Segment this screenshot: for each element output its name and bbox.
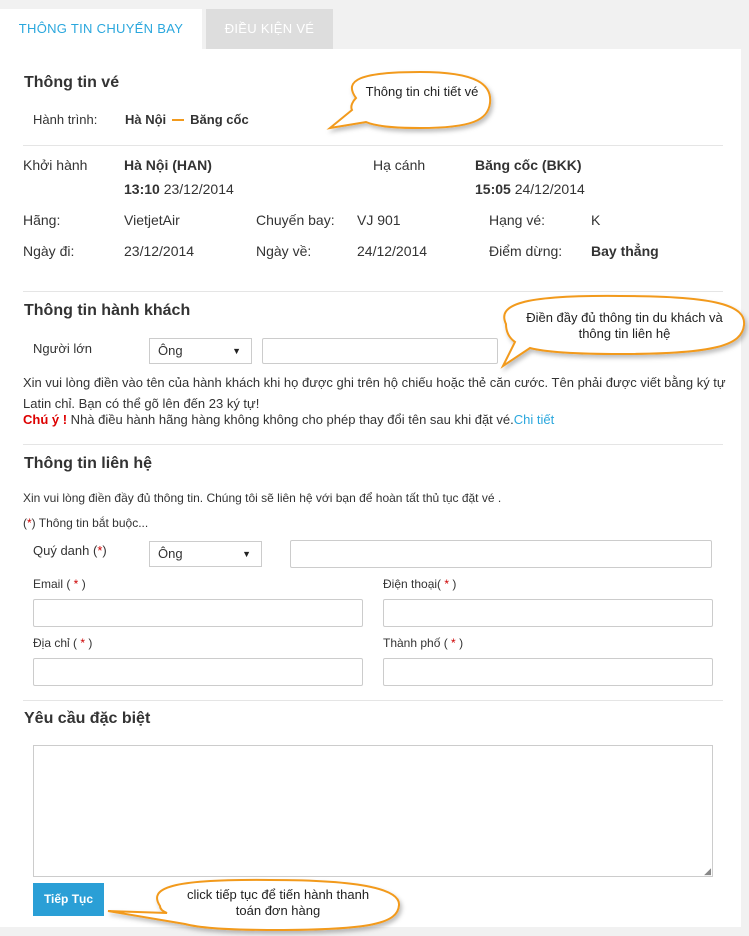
city-input[interactable] <box>383 658 713 686</box>
required-note: (*) Thông tin bắt buộc... <box>23 516 148 530</box>
route-label: Hành trình: <box>33 112 98 127</box>
go-date-value: 23/12/2014 <box>124 243 195 259</box>
class-label: Hạng vé: <box>489 212 546 228</box>
divider <box>23 291 723 292</box>
phone-label-text: Điện thoại( <box>383 577 442 591</box>
salutation-label-text: Quý danh ( <box>33 543 98 558</box>
address-label-text: Địa chỉ ( <box>33 636 78 650</box>
return-date-label: Ngày về: <box>256 243 312 259</box>
address-label-close: ) <box>88 636 93 650</box>
contact-name-input[interactable] <box>290 540 712 568</box>
salutation-label-close: ) <box>102 543 107 558</box>
phone-label: Điện thoại( * ) <box>383 577 456 591</box>
plane-icon <box>172 118 185 121</box>
email-label-text: Email ( <box>33 577 71 591</box>
return-date-value: 24/12/2014 <box>357 243 428 259</box>
passenger-note: Xin vui lòng điền vào tên của hành khách… <box>23 375 726 411</box>
special-request-heading: Yêu cầu đặc biệt <box>24 710 151 727</box>
arrive-datetime: 15:05 24/12/2014 <box>475 181 585 197</box>
class-value: K <box>591 212 601 228</box>
airline-label: Hãng: <box>23 212 61 228</box>
email-label-close: ) <box>81 577 86 591</box>
ticket-heading: Thông tin vé <box>24 74 120 91</box>
passenger-title-value: Ông <box>158 343 183 358</box>
passenger-warning: Chú ý ! Nhà điều hành hãng hàng không kh… <box>23 412 728 427</box>
divider <box>23 444 723 445</box>
required-star: * <box>77 636 89 650</box>
chevron-down-icon: ▼ <box>232 346 241 356</box>
required-note-text: ) Thông tin bắt buộc... <box>31 516 149 530</box>
route-to: Băng cốc <box>190 112 249 127</box>
salutation-value: Ông <box>158 546 183 561</box>
depart-time: 13:10 <box>124 181 160 197</box>
airline-value: VietjetAir <box>124 212 180 228</box>
adult-label: Người lớn <box>33 341 92 356</box>
contact-intro: Xin vui lòng điền đầy đủ thông tin. Chún… <box>23 491 502 505</box>
route-from: Hà Nội <box>125 112 167 127</box>
city-label: Thành phố ( * ) <box>383 636 463 650</box>
email-label: Email ( * ) <box>33 577 86 591</box>
tab-bar: THÔNG TIN CHUYẾN BAY ĐIỀU KIỆN VÉ <box>0 9 749 49</box>
address-label: Địa chỉ ( * ) <box>33 636 92 650</box>
depart-label: Khởi hành <box>23 157 88 173</box>
salutation-select[interactable]: Ông ▼ <box>149 541 262 567</box>
required-star: * <box>447 636 460 650</box>
address-input[interactable] <box>33 658 363 686</box>
stop-label: Điểm dừng: <box>489 243 563 259</box>
arrive-time: 15:05 <box>475 181 511 197</box>
callout-ticket-detail: Thông tin chi tiết vé <box>365 84 479 99</box>
passenger-title-select[interactable]: Ông ▼ <box>149 338 252 364</box>
phone-label-close: ) <box>452 577 457 591</box>
callout-click-continue: click tiếp tục để tiến hành thanh toán đ… <box>186 887 370 918</box>
warning-text: Nhà điều hành hãng hàng không không cho … <box>67 412 514 427</box>
detail-link[interactable]: Chi tiết <box>514 412 554 427</box>
continue-button[interactable]: Tiếp Tục <box>33 883 104 916</box>
required-star: * <box>70 577 82 591</box>
city-label-text: Thành phố ( <box>383 636 448 650</box>
city-label-close: ) <box>459 636 464 650</box>
arrive-label: Hạ cánh <box>373 157 426 173</box>
stop-value: Bay thẳng <box>591 243 659 259</box>
resize-handle-icon[interactable]: ◢ <box>704 867 711 876</box>
passenger-name-input[interactable] <box>262 338 498 364</box>
tab-ticket-conditions[interactable]: ĐIỀU KIỆN VÉ <box>206 9 333 49</box>
route-value: Hà Nội Băng cốc <box>125 112 249 127</box>
go-date-label: Ngày đi: <box>23 243 75 259</box>
divider <box>23 700 723 701</box>
arrive-city: Băng cốc (BKK) <box>475 157 582 173</box>
callout-fill-info: Điền đầy đủ thông tin du khách và thông … <box>526 310 723 341</box>
arrive-date: 24/12/2014 <box>514 181 585 197</box>
chevron-down-icon: ▼ <box>242 549 251 559</box>
tab-flight-info[interactable]: THÔNG TIN CHUYẾN BAY <box>0 9 202 49</box>
phone-input[interactable] <box>383 599 713 627</box>
divider <box>23 145 723 146</box>
depart-date: 23/12/2014 <box>163 181 234 197</box>
depart-city: Hà Nội (HAN) <box>124 157 212 173</box>
required-star: * <box>441 577 453 591</box>
flight-number-label: Chuyến bay: <box>256 212 335 228</box>
special-request-textarea[interactable]: ◢ <box>33 745 713 877</box>
flight-number-value: VJ 901 <box>357 212 401 228</box>
email-input[interactable] <box>33 599 363 627</box>
salutation-label: Quý danh (*) <box>33 543 107 558</box>
passenger-heading: Thông tin hành khách <box>24 302 191 319</box>
depart-datetime: 13:10 23/12/2014 <box>124 181 234 197</box>
contact-heading: Thông tin liên hệ <box>24 455 152 472</box>
warning-label: Chú ý ! <box>23 412 68 427</box>
